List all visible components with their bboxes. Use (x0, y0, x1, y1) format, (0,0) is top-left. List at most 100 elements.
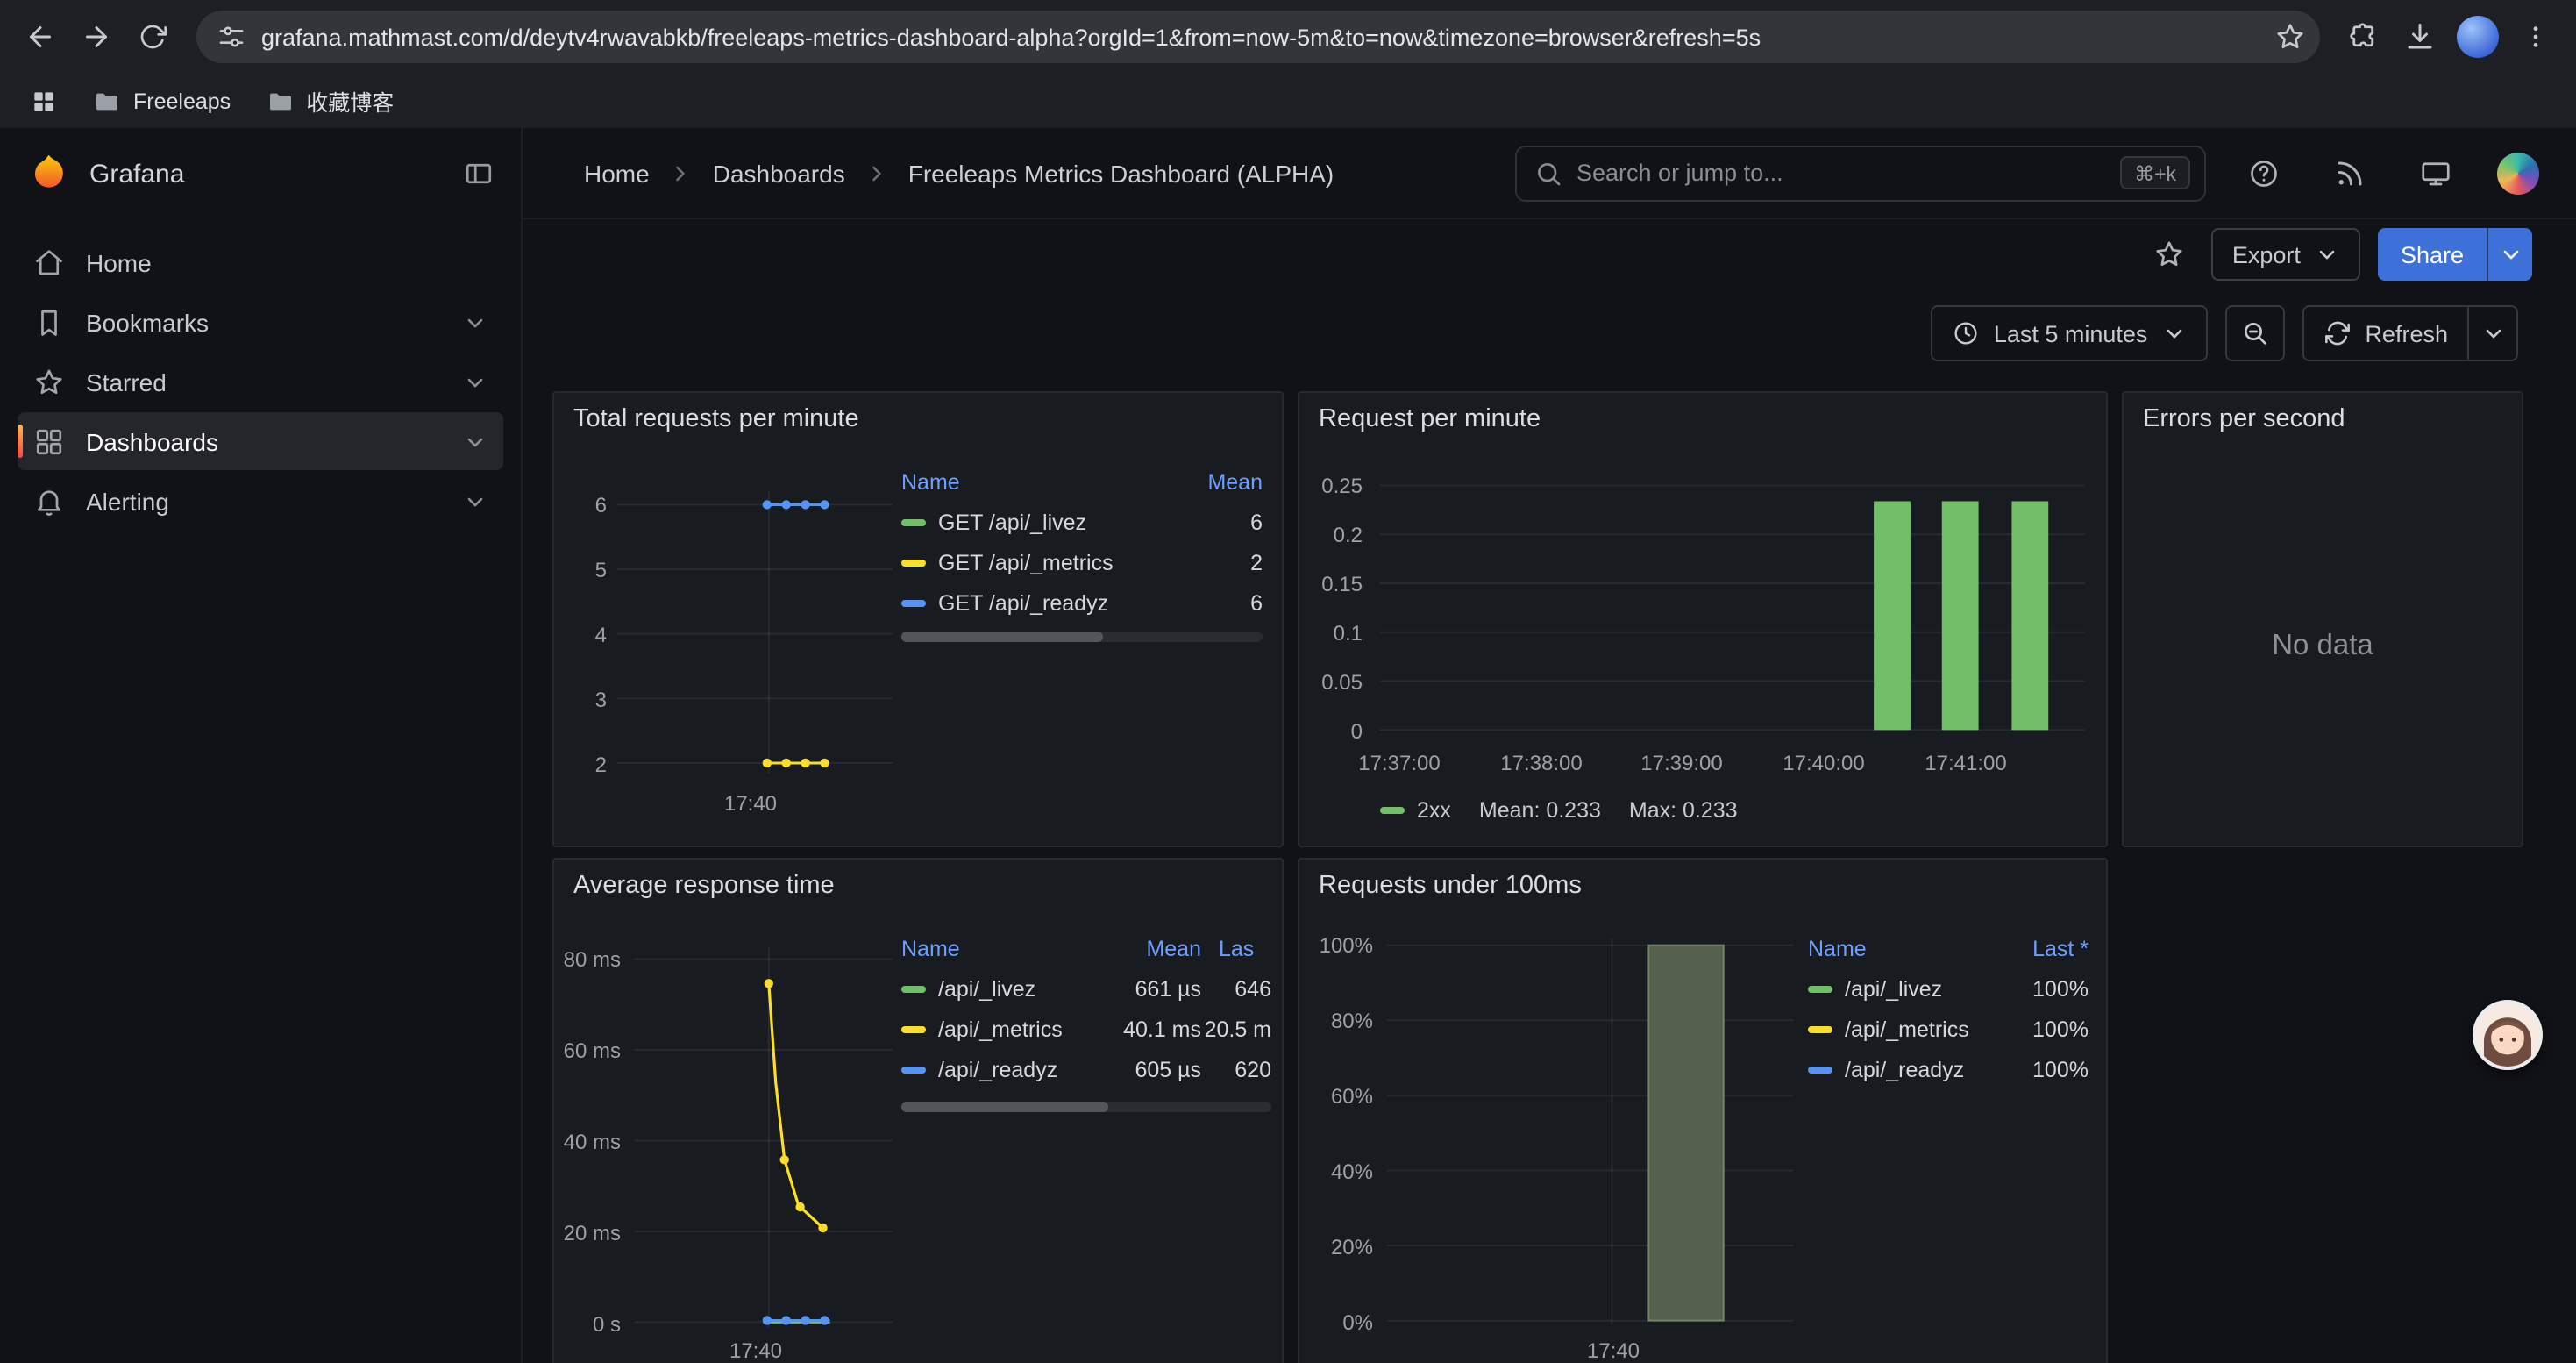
series-name: /api/_readyz (1845, 1057, 1964, 1081)
y-tick: 20% (1303, 1235, 1373, 1260)
y-tick: 0% (1303, 1310, 1373, 1335)
legend-scrollbar[interactable] (901, 1102, 1271, 1112)
scrollbar-thumb[interactable] (901, 632, 1104, 642)
panel-title[interactable]: Total requests per minute (554, 393, 1282, 446)
y-tick: 60 ms (554, 1038, 621, 1063)
sidebar-item-label: Dashboards (86, 427, 218, 455)
assistant-avatar[interactable] (2473, 1000, 2543, 1070)
extensions-button[interactable] (2338, 11, 2390, 63)
bookmark-folder-freeleaps[interactable]: Freeleaps (86, 83, 238, 118)
sidebar-item-alerting[interactable]: Alerting (18, 472, 503, 530)
sidebar-header: Grafana (0, 128, 521, 219)
chevron-down-icon[interactable] (463, 310, 487, 334)
scrollbar-thumb[interactable] (901, 1102, 1108, 1112)
legend-row[interactable]: GET /api/_livez 6 (901, 502, 1263, 542)
legend-col-name[interactable]: Name (1808, 937, 1997, 961)
legend-col-name[interactable]: Name (901, 470, 1171, 495)
grafana-logo[interactable] (26, 151, 72, 196)
favorite-star-button[interactable] (2145, 230, 2194, 279)
legend-row[interactable]: GET /api/_metrics 2 (901, 542, 1263, 582)
news-rss-button[interactable] (2325, 148, 2374, 197)
downloads-button[interactable] (2394, 11, 2446, 63)
refresh-interval-dropdown[interactable] (2469, 305, 2518, 361)
bookmark-folder-blogs[interactable]: 收藏博客 (259, 81, 401, 121)
series-name: 2xx (1417, 798, 1451, 823)
legend-row[interactable]: /api/_readyz 605 µs 620 (901, 1049, 1271, 1089)
bar-chart (1299, 393, 2106, 847)
legend-col-last[interactable]: Las (1201, 937, 1271, 961)
series-swatch (1808, 1066, 1832, 1073)
x-tick: 17:40:00 (1775, 751, 1873, 775)
legend-row[interactable]: /api/_metrics 100% (1808, 1009, 2089, 1049)
site-settings-icon[interactable] (217, 23, 246, 51)
x-tick: 17:38:00 (1492, 751, 1590, 775)
reload-button[interactable] (126, 11, 179, 63)
legend-col-name[interactable]: Name (901, 937, 1089, 961)
star-icon (33, 366, 65, 397)
brand-name: Grafana (89, 159, 184, 189)
panel-title[interactable]: Requests under 100ms (1299, 860, 2106, 912)
search-icon (1534, 159, 1562, 187)
panel-title[interactable]: Errors per second (2124, 393, 2522, 446)
user-avatar[interactable] (2497, 152, 2539, 194)
breadcrumb-dashboards[interactable]: Dashboards (713, 159, 845, 187)
series-last: 20.5 m (1201, 1017, 1271, 1041)
legend-row[interactable]: GET /api/_readyz 6 (901, 582, 1263, 623)
help-button[interactable] (2239, 148, 2288, 197)
series-swatch (1808, 1025, 1832, 1032)
apps-grid-button[interactable] (23, 80, 65, 122)
profile-avatar[interactable] (2457, 16, 2499, 58)
bookmark-star-icon[interactable] (2274, 21, 2306, 53)
sidebar-item-starred[interactable]: Starred (18, 353, 503, 410)
refresh-button[interactable]: Refresh (2302, 305, 2469, 361)
share-dropdown-button[interactable] (2487, 228, 2532, 281)
forward-button[interactable] (70, 11, 123, 63)
y-tick: 60% (1303, 1084, 1373, 1109)
sidebar-item-label: Home (86, 248, 152, 276)
legend-row[interactable]: /api/_metrics 40.1 ms 20.5 m (901, 1009, 1271, 1049)
panel-avg-response-time: Average response time 80 ms 60 ms 40 ms … (552, 858, 1284, 1363)
share-button[interactable]: Share (2378, 228, 2487, 281)
legend-scrollbar[interactable] (901, 632, 1263, 642)
time-range-picker[interactable]: Last 5 minutes (1931, 305, 2208, 361)
export-button[interactable]: Export (2211, 228, 2360, 281)
sidebar-item-bookmarks[interactable]: Bookmarks (18, 293, 503, 351)
y-tick: 20 ms (554, 1221, 621, 1245)
x-tick: 17:40 (1578, 1338, 1648, 1363)
address-bar[interactable]: grafana.mathmast.com/d/deytv4rwavabkb/fr… (196, 11, 2320, 63)
chevron-down-icon[interactable] (463, 369, 487, 394)
bookmark-folder-label: 收藏博客 (306, 84, 394, 118)
x-tick: 17:37:00 (1350, 751, 1448, 775)
legend-col-last[interactable]: Last * (1997, 937, 2089, 961)
series-mean: 661 µs (1089, 976, 1201, 1001)
search-input[interactable]: Search or jump to... ⌘+k (1515, 145, 2206, 201)
series-swatch (901, 1025, 926, 1032)
sidebar-nav: Home Bookmarks Starred Dashboards (0, 219, 521, 544)
chevron-down-icon (2498, 242, 2523, 267)
breadcrumb-home[interactable]: Home (584, 159, 650, 187)
bookmarks-bar: Freeleaps 收藏博客 (0, 74, 2576, 128)
y-tick: 0 s (554, 1312, 621, 1337)
chevron-down-icon[interactable] (463, 489, 487, 513)
legend-row[interactable]: /api/_livez 100% (1808, 968, 2089, 1009)
legend-col-mean[interactable]: Mean (1171, 470, 1263, 495)
legend-col-mean[interactable]: Mean (1089, 937, 1201, 961)
menu-kebab-button[interactable] (2509, 11, 2562, 63)
sidebar-collapse-button[interactable] (463, 158, 495, 189)
panel-title[interactable]: Request per minute (1299, 393, 2106, 446)
zoom-out-button[interactable] (2224, 305, 2284, 361)
sidebar-item-dashboards[interactable]: Dashboards (18, 412, 503, 470)
x-tick: 17:40 (721, 1338, 791, 1363)
legend-row[interactable]: /api/_readyz 100% (1808, 1049, 2089, 1089)
tv-kiosk-button[interactable] (2411, 148, 2460, 197)
back-button[interactable] (14, 11, 67, 63)
chevron-down-icon[interactable] (463, 429, 487, 453)
legend-row[interactable]: /api/_livez 661 µs 646 (901, 968, 1271, 1009)
legend-item[interactable]: 2xx (1380, 798, 1451, 823)
url-text[interactable]: grafana.mathmast.com/d/deytv4rwavabkb/fr… (261, 24, 2259, 50)
series-name: /api/_metrics (1845, 1017, 1969, 1041)
rss-icon (2334, 157, 2366, 189)
panel-title[interactable]: Average response time (554, 860, 1282, 912)
sidebar-item-home[interactable]: Home (18, 233, 503, 291)
folder-icon (266, 87, 294, 115)
